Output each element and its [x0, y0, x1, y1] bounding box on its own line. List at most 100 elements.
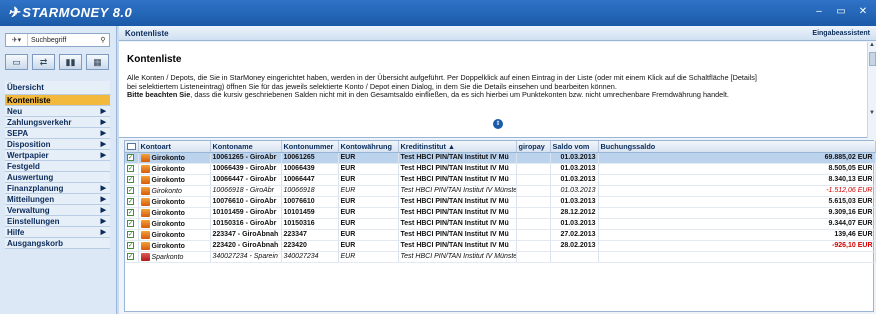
cell-text: 10076610 [283, 198, 315, 205]
close-button[interactable]: ✕ [856, 6, 870, 18]
scroll-down-icon[interactable]: ▼ [868, 110, 876, 116]
column-header[interactable]: Kontoart [138, 141, 211, 153]
search-input[interactable]: Suchbegriff [28, 37, 97, 44]
column-header[interactable]: giropay [516, 141, 551, 153]
cell-art: Girokonto [138, 240, 211, 252]
checking-account-icon [140, 175, 150, 184]
cell-text: 27.02.2013 [560, 231, 596, 238]
row-checkbox[interactable]: ✓ [127, 164, 134, 172]
column-header[interactable]: Saldo vom [550, 141, 599, 153]
sidebar-item-13[interactable]: Hilfe ▶ [5, 227, 110, 238]
cell-name: 223420 - GiroAbnah [210, 240, 282, 252]
row-checkbox[interactable]: ✓ [127, 175, 134, 183]
cell-bank: Test HBCI PIN/TAN Institut IV Münste [398, 185, 517, 197]
chevron-right-icon: ▶ [100, 207, 106, 214]
row-checkbox[interactable]: ✓ [127, 186, 134, 194]
sidebar-item-9[interactable]: Finanzplanung ▶ [5, 183, 110, 194]
sidebar-item-label: Ausgangskorb [7, 238, 64, 248]
select-column-header[interactable] [125, 141, 139, 153]
cell [516, 174, 551, 186]
cell-text: 28.12.2012 [560, 209, 596, 216]
cell-nr: 10076610 [281, 196, 339, 208]
info-line-3-rest: , dass die kursiv geschriebenen Salden n… [190, 90, 729, 99]
info-scrollbar[interactable]: ▲ ▼ [867, 42, 876, 138]
table-row[interactable]: ✓ Girokonto 223347 - GiroAbnah 223347 EUR Tes… [125, 229, 876, 241]
scroll-up-icon[interactable]: ▲ [868, 42, 876, 48]
search-box[interactable]: ✈▾ Suchbegriff ⚲ [5, 33, 110, 47]
sidebar-item-1[interactable]: Kontenliste [5, 95, 110, 106]
cell-name: 10066439 - GiroAbr [210, 163, 282, 175]
cell-name: 10150316 - GiroAbr [210, 218, 282, 230]
table-row[interactable]: ✓ Girokonto 10150316 - GiroAbr 10150316 EUR T… [125, 218, 876, 230]
sidebar-item-6[interactable]: Wertpapier ▶ [5, 150, 110, 161]
row-checkbox[interactable]: ✓ [127, 230, 134, 238]
cell-saldo: 69.885,02 EUR [598, 152, 876, 164]
cell-cur: EUR [338, 152, 399, 164]
chevron-right-icon: ▶ [100, 196, 106, 203]
sidebar-item-8[interactable]: Auswertung [5, 172, 110, 183]
sidebar-item-10[interactable]: Mitteilungen ▶ [5, 194, 110, 205]
cell-art: Girokonto [138, 174, 211, 186]
row-checkbox[interactable]: ✓ [127, 208, 134, 216]
cell-text: 8.340,13 EUR [828, 176, 873, 183]
cell-nr: 340027234 [281, 251, 339, 263]
cell-text: 10150316 - GiroAbr [212, 220, 277, 227]
card-icon[interactable]: ▭ [5, 54, 28, 70]
search-scope-dropdown[interactable]: ✈▾ [6, 34, 28, 46]
cell-date: 01.03.2013 [550, 163, 599, 175]
table-row[interactable]: ✓ Girokonto 10066447 - GiroAbr 10066447 EUR T… [125, 174, 876, 186]
row-checkbox[interactable]: ✓ [127, 219, 134, 227]
row-checkbox[interactable]: ✓ [127, 252, 134, 260]
table-row[interactable]: ✓ Girokonto 10101459 - GiroAbr 10101459 EUR T… [125, 207, 876, 219]
sidebar-item-5[interactable]: Disposition ▶ [5, 139, 110, 150]
window-controls: – ▭ ✕ [812, 6, 870, 18]
table-row[interactable]: ✓ Girokonto 10061265 - GiroAbr 10061265 EUR T… [125, 152, 876, 164]
table-row[interactable]: ✓ Girokonto 10066918 - GiroAbr 10066918 EUR T… [125, 185, 876, 197]
sidebar-item-7[interactable]: Festgeld [5, 161, 110, 172]
cell-cur: EUR [338, 174, 399, 186]
row-checkbox[interactable]: ✓ [127, 153, 134, 161]
cell: ✓ [125, 218, 139, 230]
table-row[interactable]: ✓ Girokonto 10076610 - GiroAbr 10076610 EUR T… [125, 196, 876, 208]
row-checkbox[interactable]: ✓ [127, 241, 134, 249]
sidebar-item-0[interactable]: Übersicht [5, 81, 110, 95]
cell-art: Girokonto [138, 185, 211, 197]
search-icon[interactable]: ⚲ [97, 36, 109, 44]
assistant-link[interactable]: Eingabeassistent [812, 30, 870, 37]
column-header[interactable]: Buchungssaldo [598, 141, 876, 153]
table-body: ✓ Girokonto 10061265 - GiroAbr 10061265 EUR T… [125, 152, 876, 263]
cell-name: 10066918 - GiroAbr [210, 185, 282, 197]
sidebar-item-12[interactable]: Einstellungen ▶ [5, 216, 110, 227]
cell-text: 01.03.2013 [560, 220, 596, 227]
cell-bank: Test HBCI PIN/TAN Institut IV Münste [398, 251, 517, 263]
scroll-thumb[interactable] [868, 52, 876, 66]
cell-text: Girokonto [151, 176, 185, 184]
sidebar-item-4[interactable]: SEPA ▶ [5, 128, 110, 139]
chart-icon[interactable]: ▮▮ [59, 54, 82, 70]
cell-saldo: 139,46 EUR [598, 229, 876, 241]
cell-text: 01.03.2013 [560, 165, 596, 172]
table-row[interactable]: ✓ Sparkonto 340027234 - Sparein 340027234 EU… [125, 251, 876, 263]
table-row[interactable]: ✓ Girokonto 10066439 - GiroAbr 10066439 EUR T… [125, 163, 876, 175]
column-header[interactable]: Kontonummer [281, 141, 339, 153]
cell-text: 340027234 [283, 253, 319, 260]
navigation-list: Übersicht Kontenliste Neu ▶ Zahlungsverkehr ▶… [5, 81, 110, 249]
minimize-button[interactable]: – [812, 6, 826, 18]
sidebar-item-3[interactable]: Zahlungsverkehr ▶ [5, 117, 110, 128]
cell-name: 340027234 - Sparein [210, 251, 282, 263]
cell-text: -1.512,06 EUR [826, 187, 873, 194]
collapse-panel-icon[interactable]: ⇕ [493, 119, 503, 129]
table-row[interactable]: ✓ Girokonto 223420 - GiroAbnah 223420 EUR Tes… [125, 240, 876, 252]
row-checkbox[interactable]: ✓ [127, 197, 134, 205]
sidebar-item-14[interactable]: Ausgangskorb [5, 238, 110, 249]
maximize-button[interactable]: ▭ [834, 6, 848, 18]
transfer-icon[interactable]: ⇄ [32, 54, 55, 70]
calculator-icon[interactable]: ▦ [86, 54, 109, 70]
cell-saldo: -1.512,06 EUR [598, 185, 876, 197]
column-header[interactable]: Kontoname [210, 141, 282, 153]
column-header[interactable]: Kontowährung [338, 141, 399, 153]
sidebar-item-label: Hilfe [7, 227, 25, 237]
column-header[interactable]: Kreditinstitut ▲ [398, 141, 517, 153]
sidebar-item-2[interactable]: Neu ▶ [5, 106, 110, 117]
sidebar-item-11[interactable]: Verwaltung ▶ [5, 205, 110, 216]
